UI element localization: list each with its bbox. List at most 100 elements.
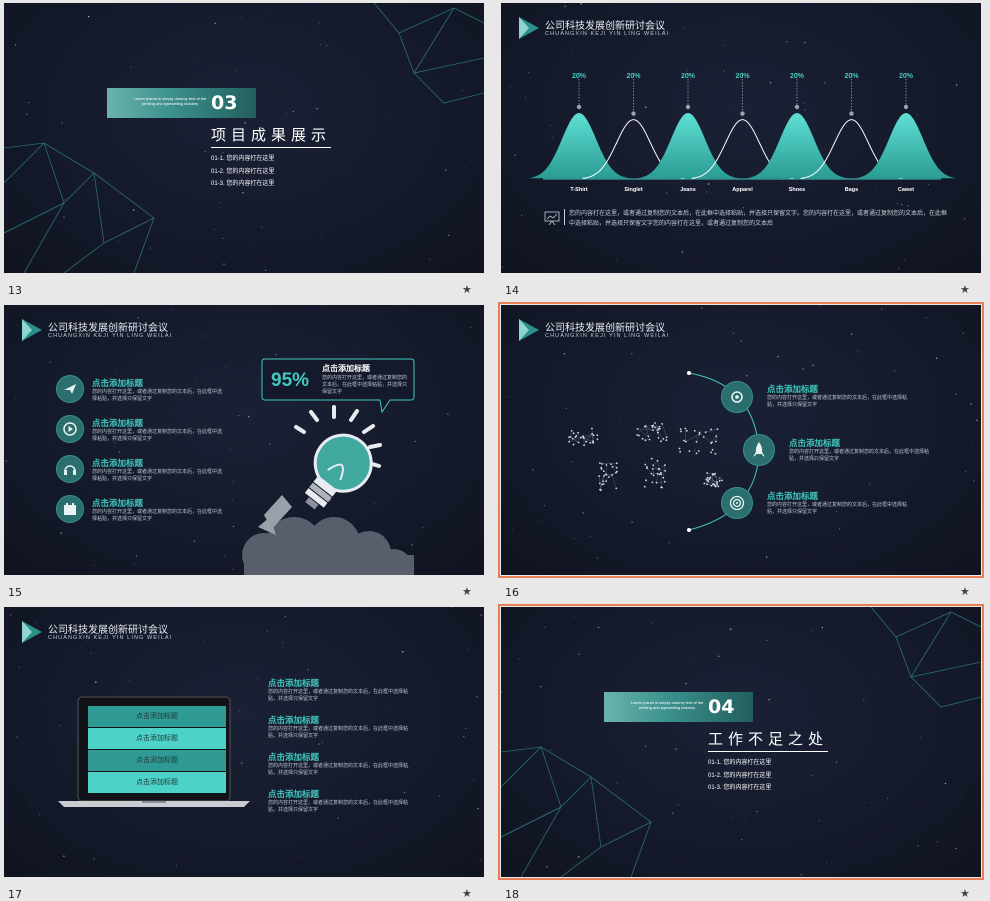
- play-logo-icon: [22, 621, 42, 643]
- bubble-text: 您的内容打开这里，或者通过复制您的文本后，在此框中选择粘贴，并选择只保留文字: [322, 375, 408, 395]
- feature-item: 点击添加标题 您的内容打开这里，或者通过复制您的文本后，在此框中选择粘贴，并选择…: [268, 788, 408, 814]
- chart-category-label: Singlet: [624, 187, 643, 193]
- laptop-bar: 点击添加标题: [88, 750, 226, 771]
- list-item: 01-3. 您的内容打在这里: [211, 181, 275, 187]
- feature-title: 点击添加标题: [767, 491, 819, 501]
- chart-value-label: 20%: [899, 73, 914, 80]
- presentation-icon: [544, 211, 560, 225]
- section-number-box: Lorem Ipsum is simply dummy text of the …: [604, 692, 753, 722]
- feature-text: 您的内容打开这里，或者通过复制您的文本后，在此框中选择粘贴，并选择只保留文字: [268, 726, 409, 739]
- feature-title: 点击添加标题: [268, 715, 320, 725]
- chart-note-text: 您的内容打在这里，或者通过复制您的文本后，在此框中选择粘贴，并选择只保留文字。您…: [569, 211, 948, 227]
- slide-thumbnail-13[interactable]: Lorem Ipsum is simply dummy text of the …: [4, 3, 484, 273]
- feature-item: 点击添加标题 您的内容打开这里，或者通过复制您的文本后，在此框中选择粘贴，并选择…: [789, 437, 929, 463]
- slide-thumbnail-15[interactable]: 公司科技发展创新研讨会议 CHUANGXIN KEJI YIN LING WEI…: [4, 305, 484, 575]
- chart-marker: [631, 111, 636, 116]
- animation-star-icon[interactable]: ★: [960, 887, 970, 900]
- feature-title: 点击添加标题: [92, 418, 144, 428]
- feature-title: 点击添加标题: [767, 384, 819, 394]
- section-number: 03: [211, 92, 238, 114]
- feature-item: 点击添加标题 您的内容打开这里，或者通过复制您的文本后，在此框中选择粘贴，并选择…: [92, 497, 222, 523]
- animation-star-icon[interactable]: ★: [462, 585, 472, 598]
- chart-marker: [903, 104, 909, 110]
- play-icon-circle: [56, 415, 84, 443]
- feature-item: 点击添加标题 您的内容打开这里，或者通过复制您的文本后，在此框中选择粘贴，并选择…: [767, 383, 907, 409]
- feature-title: 点击添加标题: [92, 458, 144, 468]
- headphones-icon-circle: [56, 455, 84, 483]
- feature-title: 点击添加标题: [789, 438, 841, 448]
- animation-star-icon[interactable]: ★: [960, 283, 970, 296]
- bubble-title: 点击添加标题: [322, 364, 370, 373]
- slide-thumbnail-18[interactable]: Lorem Ipsum is simply dummy text of the …: [498, 604, 984, 880]
- play-icon: [63, 422, 77, 436]
- list-item: 01-2. 您的内容打在这里: [211, 168, 275, 175]
- chart-category-label: Bags: [845, 187, 858, 193]
- section-caption: Lorem Ipsum is simply dummy text of the …: [133, 96, 207, 106]
- list-item: 01-1. 您的内容打在这里: [708, 760, 772, 766]
- feature-text: 您的内容打开这里，或者通过复制您的文本后，在此框中选择粘贴，并选择只保留文字: [92, 509, 223, 522]
- slide-thumbnail-17[interactable]: 公司科技发展创新研讨会议 CHUANGXIN KEJI YIN LING WEI…: [4, 607, 484, 877]
- section-item-list: 01-1. 您的内容打在这里 01-2. 您的内容打在这里 01-3. 您的内容…: [211, 153, 274, 191]
- slide-number: 14: [505, 284, 519, 297]
- animation-star-icon[interactable]: ★: [960, 585, 970, 598]
- chart-category-label: T-Shirt: [570, 187, 588, 193]
- laptop-bar: 点击添加标题: [88, 772, 226, 793]
- feature-title: 点击添加标题: [92, 378, 144, 388]
- feature-item: 点击添加标题 您的内容打开这里，或者通过复制您的文本后，在此框中选择粘贴，并选择…: [268, 714, 408, 740]
- chart-marker: [685, 104, 691, 110]
- rocket-icon: [753, 442, 765, 457]
- section-title: 项目成果展示: [211, 124, 332, 148]
- slide-thumbnail-16[interactable]: 公司科技发展创新研讨会议 CHUANGXIN KEJI YIN LING WEI…: [498, 302, 984, 578]
- slide-thumbnail-14[interactable]: 公司科技发展创新研讨会议 CHUANGXIN KEJI YIN LING WEI…: [501, 3, 981, 273]
- gears-icon-circle: [721, 381, 753, 413]
- chart-marker: [794, 104, 800, 110]
- feature-item: 点击添加标题 您的内容打开这里，或者通过复制您的文本后，在此框中选择粘贴，并选择…: [92, 417, 222, 443]
- feature-text: 您的内容打开这里，或者通过复制您的文本后，在此框中选择粘贴，并选择只保留文字: [268, 763, 409, 776]
- brand-title: 公司科技发展创新研讨会议: [48, 625, 168, 636]
- calendar-icon: [64, 503, 76, 515]
- chart-category-label: Cawet: [898, 187, 914, 193]
- feature-text: 您的内容打开这里，或者通过复制您的文本后，在此框中选择粘贴，并选择只保留文字: [92, 469, 223, 482]
- airplane-icon: [64, 384, 76, 394]
- slide-number: 17: [8, 888, 22, 901]
- section-number-box: Lorem Ipsum is simply dummy text of the …: [107, 88, 256, 118]
- laptop-bar: 点击添加标题: [88, 728, 226, 749]
- slide-number: 13: [8, 284, 22, 297]
- chart-value-label: 20%: [844, 73, 859, 80]
- animation-star-icon[interactable]: ★: [462, 887, 472, 900]
- feature-item: 点击添加标题 您的内容打开这里，或者通过复制您的文本后，在此框中选择粘贴，并选择…: [92, 377, 222, 403]
- feature-item: 点击添加标题 您的内容打开这里，或者通过复制您的文本后，在此框中选择粘贴，并选择…: [767, 490, 907, 516]
- chart-value-label: 20%: [626, 73, 641, 80]
- calendar-icon-circle: [56, 495, 84, 523]
- feature-text: 您的内容打开这里，或者通过复制您的文本后，在此框中选择粘贴，并选择只保留文字: [268, 689, 409, 702]
- bell-curve-chart: 20% T-Shirt 20% Singlet 20% Jeans 20% Apparel 20…: [528, 73, 957, 193]
- section-item-list: 01-1. 您的内容打在这里 01-2. 您的内容打在这里 01-3. 您的内容…: [708, 757, 771, 795]
- feature-title: 点击添加标题: [92, 498, 144, 508]
- chart-category-label: Shoes: [789, 187, 806, 193]
- chart-value-label: 20%: [735, 73, 750, 80]
- feature-item: 点击添加标题 您的内容打开这里，或者通过复制您的文本后，在此框中选择粘贴，并选择…: [268, 751, 408, 777]
- target-icon: [729, 495, 745, 511]
- chart-marker: [740, 111, 745, 116]
- chart-value-label: 20%: [790, 73, 805, 80]
- section-number: 04: [708, 696, 735, 718]
- feature-text: 您的内容打开这里，或者通过复制您的文本后，在此框中选择粘贴，并选择只保留文字: [767, 395, 908, 408]
- feature-text: 您的内容打开这里，或者通过复制您的文本后，在此框中选择粘贴，并选择只保留文字: [92, 429, 223, 442]
- brand-title: 公司科技发展创新研讨会议: [48, 323, 168, 334]
- play-logo-icon: [22, 319, 42, 341]
- feature-text: 您的内容打开这里，或者通过复制您的文本后，在此框中选择粘贴，并选择只保留文字: [789, 449, 930, 462]
- feature-title: 点击添加标题: [268, 678, 320, 688]
- lightbulb-rocket-illustration: [242, 405, 414, 575]
- feature-text: 您的内容打开这里，或者通过复制您的文本后，在此框中选择粘贴，并选择只保留文字: [268, 800, 409, 813]
- brand-subtitle: CHUANGXIN KEJI YIN LING WEILAI: [48, 635, 173, 641]
- rocket-icon-circle: [743, 434, 775, 466]
- feature-item: 点击添加标题 您的内容打开这里，或者通过复制您的文本后，在此框中选择粘贴，并选择…: [92, 457, 222, 483]
- headphones-icon: [64, 465, 76, 475]
- target-icon-circle: [721, 487, 753, 519]
- animation-star-icon[interactable]: ★: [462, 283, 472, 296]
- feature-text: 您的内容打开这里，或者通过复制您的文本后，在此框中选择粘贴，并选择只保留文字: [92, 389, 223, 402]
- chart-marker: [849, 111, 854, 116]
- section-title: 工作不足之处: [708, 728, 829, 752]
- list-item: 01-2. 您的内容打在这里: [708, 772, 772, 779]
- laptop-bar: 点击添加标题: [88, 706, 226, 727]
